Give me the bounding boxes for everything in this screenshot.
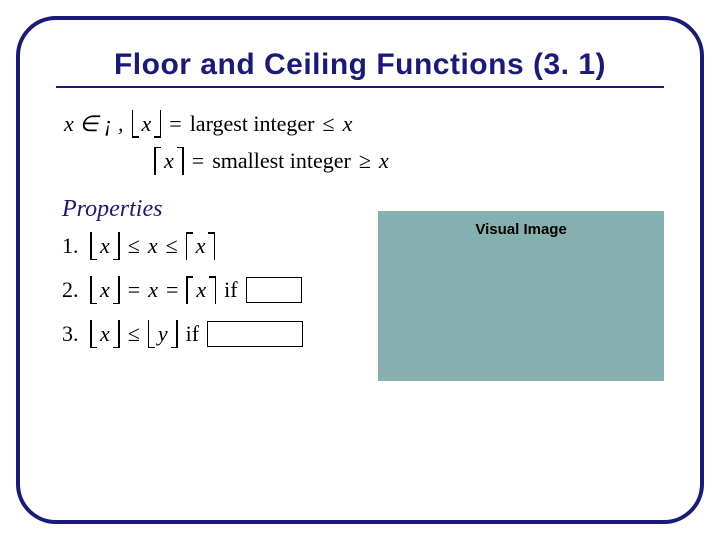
leq-sign: ≤: [128, 321, 140, 347]
prop1-mid: x: [148, 233, 158, 259]
prop1-floor-var: x: [97, 233, 113, 259]
slide-title: Floor and Ceiling Functions (3. 1): [56, 48, 664, 88]
if-text: if: [224, 277, 237, 303]
ceil-bracket-icon: x: [186, 231, 216, 261]
prop3-floor-x: x: [97, 321, 113, 347]
prop3-floor-y: y: [155, 321, 171, 347]
equals-sign: =: [128, 277, 140, 303]
equals-sign: =: [192, 143, 204, 178]
property-3: 3. x ≤ y if: [62, 317, 378, 351]
prop2-floor-var: x: [97, 277, 113, 303]
ceil-text: smallest integer: [212, 143, 351, 178]
floor-rhs: x: [343, 106, 353, 141]
leq-sign: ≤: [128, 233, 140, 259]
ceil-bracket-icon: x: [154, 146, 184, 176]
floor-bracket-icon: x: [90, 319, 120, 349]
floor-text: largest integer: [190, 106, 315, 141]
prop2-mid: x: [148, 277, 158, 303]
equals-sign: =: [169, 106, 181, 141]
leq-sign: ≤: [166, 233, 178, 259]
floor-bracket-icon: x: [90, 275, 120, 305]
floor-bracket-icon: x: [132, 109, 162, 139]
prop-number: 1.: [62, 233, 82, 259]
property-2: 2. x = x = x if: [62, 273, 378, 307]
properties-list: 1. x ≤ x ≤ x 2. x = x = x if 3. x ≤: [62, 229, 378, 361]
ceil-bracket-icon: x: [186, 275, 216, 305]
visual-image-label: Visual Image: [378, 221, 664, 238]
definitions-block: x ∈ ¡ , x = largest integer ≤ x x = smal…: [64, 106, 664, 178]
ceiling-definition: x = smallest integer ≥ x: [154, 143, 664, 178]
prop-number: 3.: [62, 321, 82, 347]
slide-frame: Floor and Ceiling Functions (3. 1) x ∈ ¡…: [16, 16, 704, 524]
leq-sign: ≤: [323, 106, 335, 141]
if-text: if: [186, 321, 199, 347]
floor-bracket-icon: y: [148, 319, 178, 349]
floor-bracket-icon: x: [90, 231, 120, 261]
prop1-ceil-var: x: [193, 233, 209, 259]
floor-var: x: [139, 106, 155, 141]
ceil-rhs: x: [379, 143, 389, 178]
ceil-var: x: [161, 143, 177, 178]
visual-image-panel: Visual Image: [378, 211, 664, 381]
floor-definition: x ∈ ¡ , x = largest integer ≤ x: [64, 106, 664, 141]
prop-number: 2.: [62, 277, 82, 303]
geq-sign: ≥: [359, 143, 371, 178]
domain-text: x ∈ ¡ ,: [64, 106, 124, 141]
property-1: 1. x ≤ x ≤ x: [62, 229, 378, 263]
blank-box: [207, 321, 303, 347]
content-columns: 1. x ≤ x ≤ x 2. x = x = x if 3. x ≤: [56, 223, 664, 381]
equals-sign: =: [166, 277, 178, 303]
prop2-ceil-var: x: [193, 277, 209, 303]
blank-box: [246, 277, 302, 303]
